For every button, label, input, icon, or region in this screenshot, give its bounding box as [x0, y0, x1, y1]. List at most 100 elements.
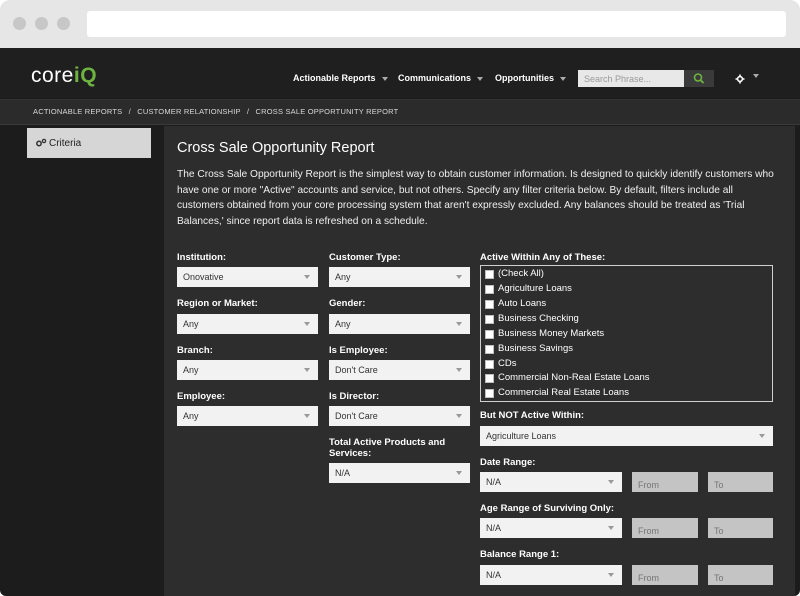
chevron-down-icon [608, 573, 614, 577]
window-maximize-dot[interactable] [57, 17, 70, 30]
search-button[interactable] [684, 70, 714, 87]
customer-type-label: Customer Type: [329, 252, 401, 263]
search-input[interactable] [578, 70, 684, 87]
chevron-down-icon [456, 322, 462, 326]
balance-range-1-value: N/A [486, 570, 502, 580]
balance-range-1-from-input[interactable] [632, 565, 698, 585]
checkbox-label: Commercial Non-Real Estate Loans [498, 372, 650, 383]
institution-value: Onovative [183, 272, 224, 282]
chevron-down-icon [304, 368, 310, 372]
logo[interactable]: coreiQ [31, 64, 97, 88]
age-range-value: N/A [486, 523, 502, 533]
checkbox-box[interactable] [485, 315, 494, 324]
checkbox-box[interactable] [485, 389, 494, 398]
checkbox-label: Agriculture Loans [498, 283, 572, 294]
breadcrumb-separator: / [246, 107, 250, 116]
sidebar-tab-label: Criteria [49, 138, 82, 149]
branch-value: Any [183, 365, 199, 375]
breadcrumb-item-customer-relationship[interactable]: CUSTOMER RELATIONSHIP [137, 107, 240, 116]
total-active-value: N/A [335, 468, 351, 478]
checkbox-box[interactable] [485, 360, 494, 369]
chevron-down-icon [753, 74, 760, 78]
is-employee-label: Is Employee: [329, 345, 388, 356]
is-employee-select[interactable]: Don't Care [329, 360, 470, 380]
institution-select[interactable]: Onovative [177, 267, 318, 287]
checkbox-label: Business Savings [498, 343, 573, 354]
date-range-to-input[interactable] [708, 472, 773, 492]
age-range-label: Age Range of Surviving Only: [480, 503, 615, 514]
age-range-from-input[interactable] [632, 518, 698, 538]
app: coreiQ Actionable Reports Communications… [0, 48, 800, 596]
chevron-down-icon [304, 322, 310, 326]
gender-select[interactable]: Any [329, 314, 470, 334]
employee-select[interactable]: Any [177, 406, 318, 426]
balance-range-1-to-input[interactable] [708, 565, 773, 585]
checkbox-box[interactable] [485, 285, 494, 294]
customer-type-select[interactable]: Any [329, 267, 470, 287]
nav-opportunities[interactable]: Opportunities [495, 73, 566, 83]
logo-accent-text: iQ [73, 64, 98, 87]
window-close-dot[interactable] [13, 17, 26, 30]
region-value: Any [183, 319, 199, 329]
date-range-select[interactable]: N/A [480, 472, 622, 492]
window-minimize-dot[interactable] [35, 17, 48, 30]
breadcrumb-item-actionable-reports[interactable]: ACTIONABLE REPORTS [33, 107, 122, 116]
active-within-list[interactable]: (Check All) Agriculture Loans Auto Loans… [480, 265, 773, 402]
balance-range-1-select[interactable]: N/A [480, 565, 622, 585]
balance-range-1-label: Balance Range 1: [480, 549, 560, 560]
checkbox-box[interactable] [485, 330, 494, 339]
is-employee-value: Don't Care [335, 365, 378, 375]
chevron-down-icon [477, 76, 484, 81]
sidebar-tab-criteria[interactable]: Criteria [27, 128, 151, 158]
gender-label: Gender: [329, 298, 366, 309]
main-content: Cross Sale Opportunity Report The Cross … [164, 126, 795, 596]
age-range-select[interactable]: N/A [480, 518, 622, 538]
nav-actionable-reports[interactable]: Actionable Reports [293, 73, 388, 83]
search-icon [693, 73, 704, 84]
address-bar[interactable] [87, 11, 786, 37]
checkbox-box[interactable] [485, 270, 494, 279]
not-active-within-label: But NOT Active Within: [480, 410, 585, 421]
total-active-label: Total Active Products and Services: [329, 437, 446, 459]
nav-label: Communications [398, 73, 472, 83]
chevron-down-icon [608, 480, 614, 484]
date-range-from-input[interactable] [632, 472, 698, 492]
region-select[interactable]: Any [177, 314, 318, 334]
chevron-down-icon [381, 76, 388, 81]
employee-label: Employee: [177, 391, 226, 402]
age-range-to-input[interactable] [708, 518, 773, 538]
customer-type-value: Any [335, 272, 351, 282]
chevron-down-icon [456, 414, 462, 418]
logo-core-text: core [31, 64, 74, 87]
total-active-select[interactable]: N/A [329, 463, 470, 483]
gender-value: Any [335, 319, 351, 329]
nav-communications[interactable]: Communications [398, 73, 484, 83]
date-range-label: Date Range: [480, 457, 536, 468]
settings-menu[interactable] [735, 71, 760, 89]
breadcrumb: ACTIONABLE REPORTS / CUSTOMER RELATIONSH… [33, 107, 398, 116]
breadcrumb-item-current: CROSS SALE OPPORTUNITY REPORT [255, 107, 399, 116]
checkbox-label: CDs [498, 358, 517, 369]
chevron-down-icon [304, 275, 310, 279]
not-active-within-select[interactable]: Agriculture Loans [480, 426, 773, 446]
browser-window: coreiQ Actionable Reports Communications… [0, 0, 800, 596]
checkbox-label: Auto Loans [498, 298, 547, 309]
branch-select[interactable]: Any [177, 360, 318, 380]
checkbox-label: Commercial Real Estate Loans [498, 387, 629, 398]
checkbox-label: Business Checking [498, 313, 579, 324]
chevron-down-icon [560, 76, 566, 81]
page-title: Cross Sale Opportunity Report [177, 140, 375, 156]
chevron-down-icon [456, 368, 462, 372]
breadcrumb-bar: ACTIONABLE REPORTS / CUSTOMER RELATIONSH… [0, 99, 800, 125]
checkbox-box[interactable] [485, 345, 494, 354]
gear-icon [735, 74, 745, 84]
checkbox-box[interactable] [485, 374, 494, 383]
checkbox-box[interactable] [485, 300, 494, 309]
is-director-value: Don't Care [335, 411, 378, 421]
date-range-value: N/A [486, 477, 502, 487]
checkbox-label: (Check All) [498, 268, 544, 279]
chevron-down-icon [456, 275, 462, 279]
is-director-select[interactable]: Don't Care [329, 406, 470, 426]
chevron-down-icon [304, 414, 310, 418]
checkbox-label: Business Money Markets [498, 328, 605, 339]
